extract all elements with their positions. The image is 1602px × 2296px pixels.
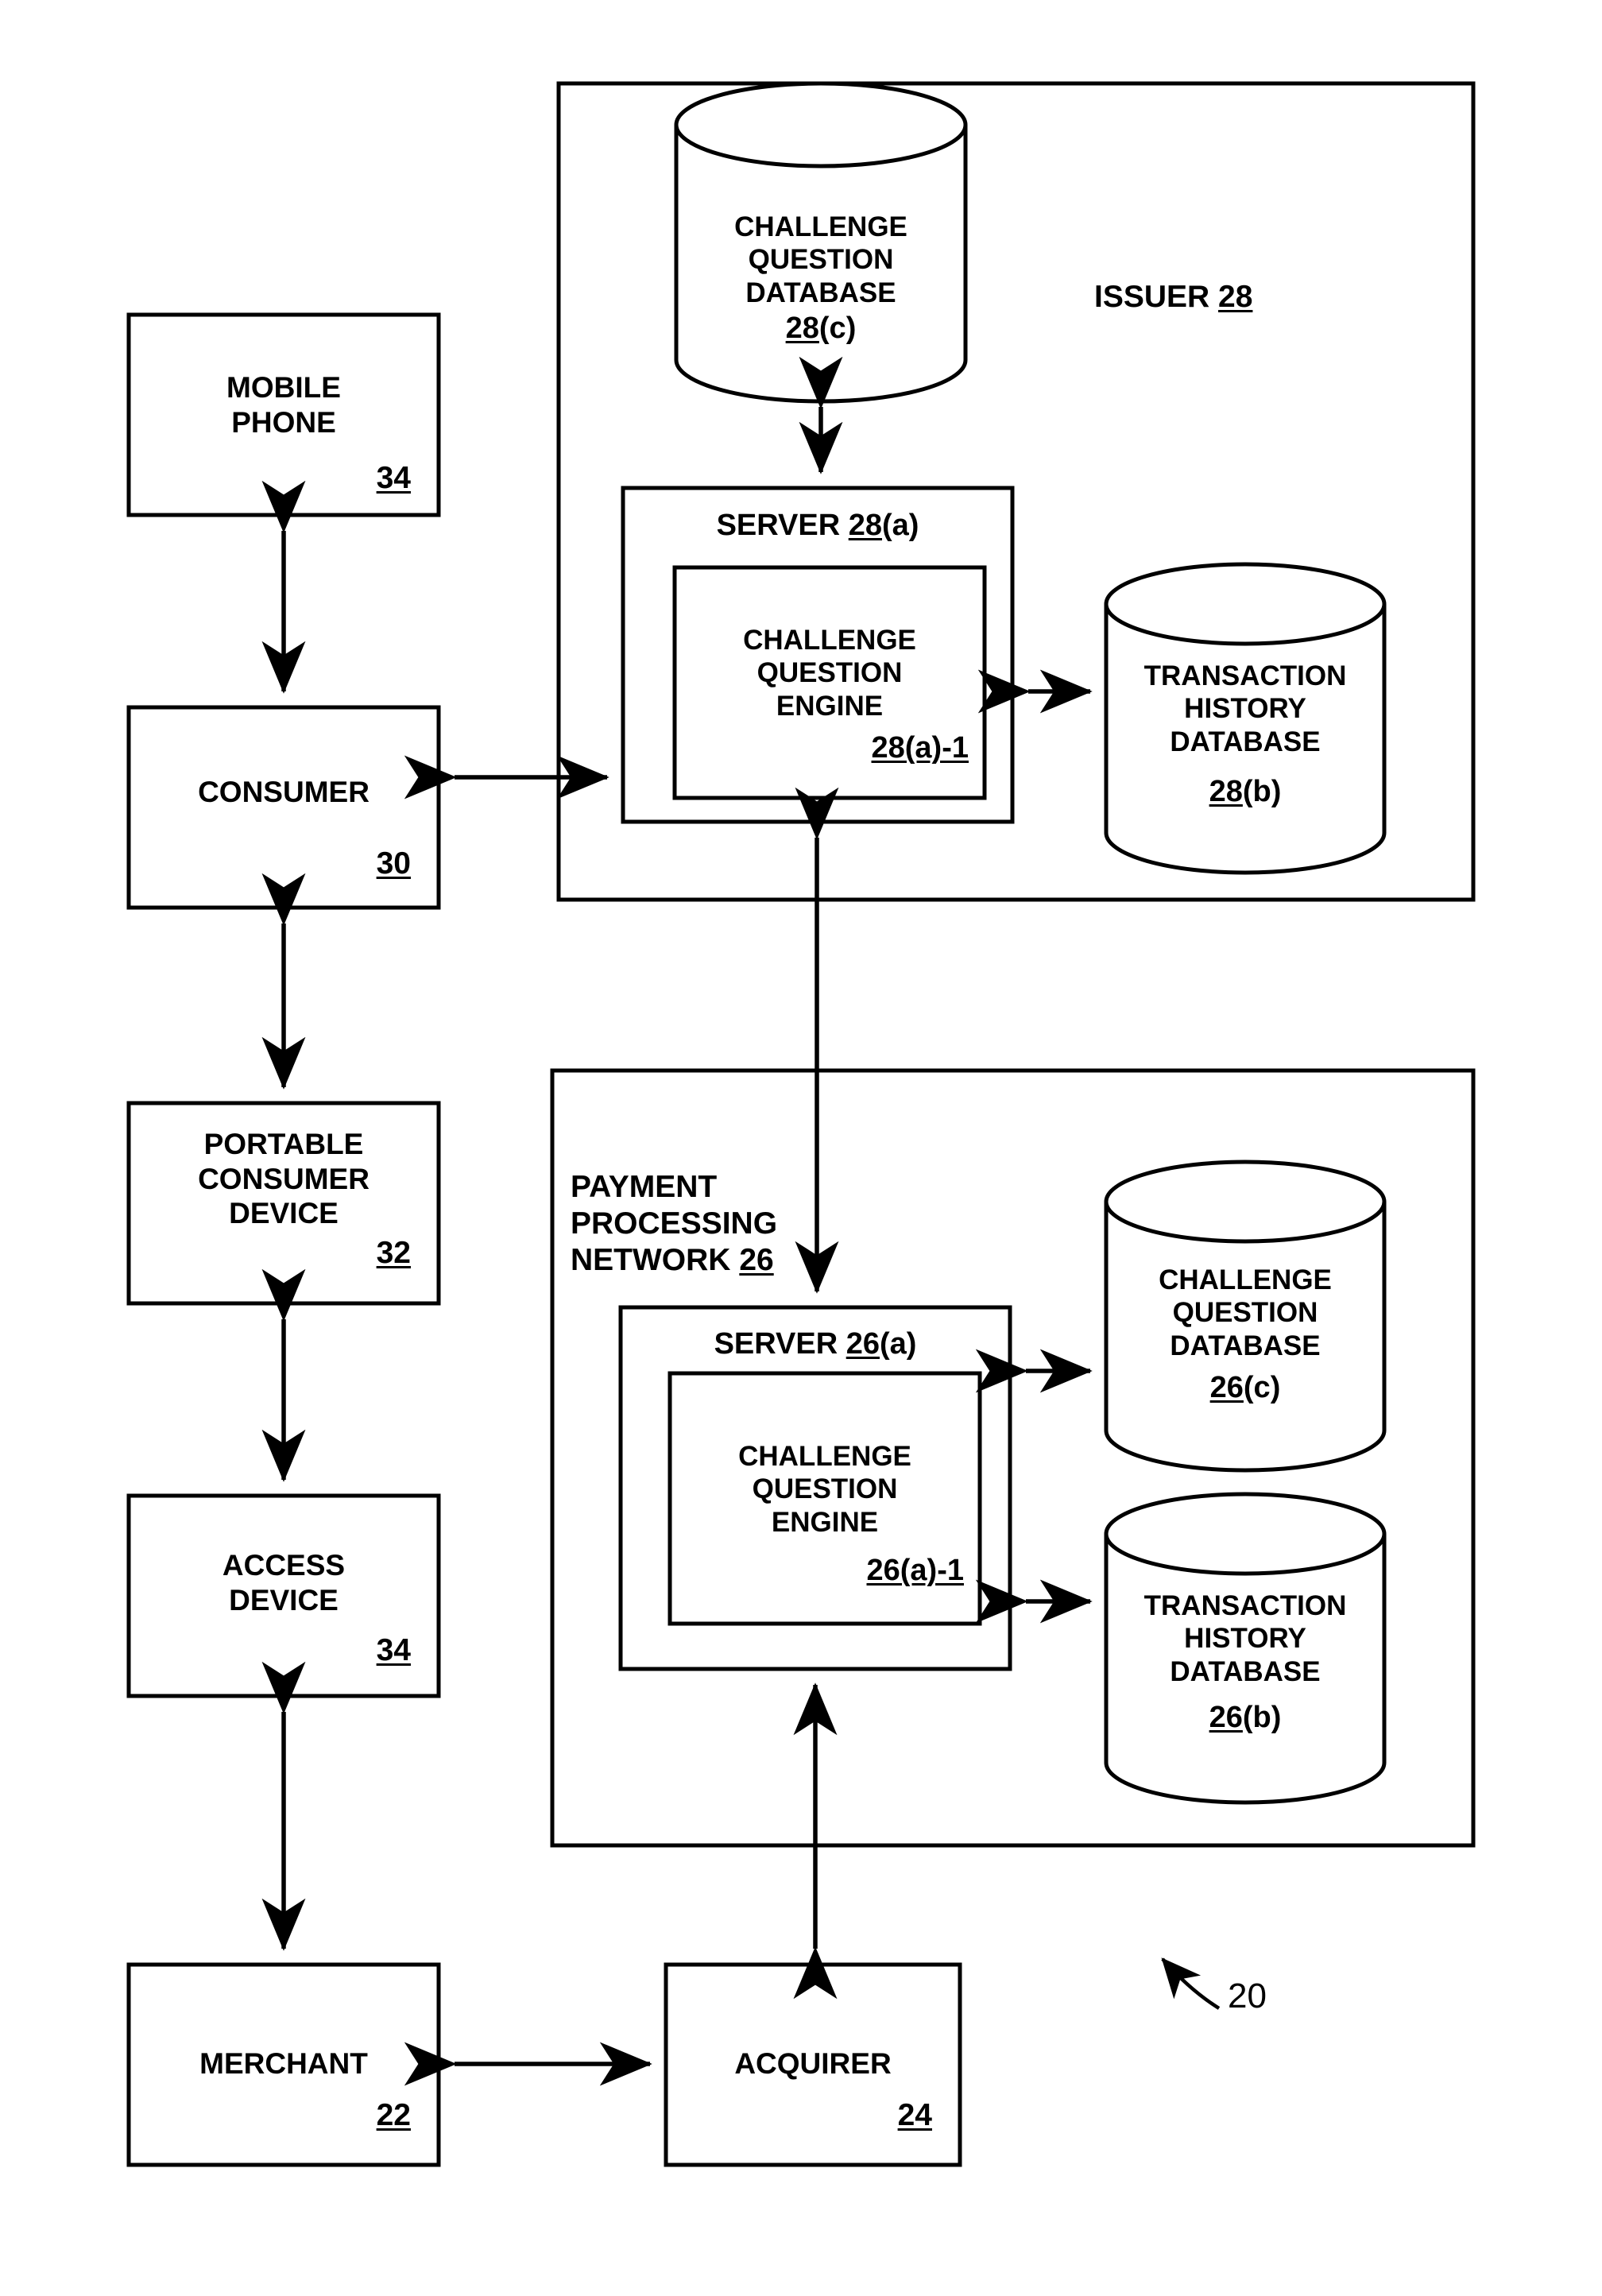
ppn-title-ref: 26: [739, 1243, 774, 1278]
ppn-challenge-question-database-ref: 26(c): [1100, 1371, 1391, 1405]
ppn-server-label: SERVER 26(a): [621, 1327, 1010, 1361]
issuer-server-num: 28: [848, 509, 882, 542]
acquirer-ref: 24: [897, 2098, 932, 2132]
consumer-label: CONSUMER: [198, 776, 370, 808]
figure-reference-numeral: 20: [1228, 1977, 1267, 2015]
ppn-server-num: 26: [846, 1327, 880, 1361]
issuer-transaction-history-database-label: TRANSACTION HISTORY DATABASE: [1143, 660, 1347, 757]
ppn-challenge-question-engine-label: CHALLENGE QUESTION ENGINE: [738, 1441, 911, 1538]
issuer-transaction-history-database-ref: 28(b): [1100, 775, 1391, 809]
cqdb26-suffix: (c): [1243, 1371, 1281, 1404]
thdb28-suffix: (b): [1242, 775, 1282, 808]
merchant-label: MERCHANT: [199, 2047, 368, 2080]
issuer-challenge-question-database-ref: 28(c): [676, 312, 965, 346]
acquirer-label: ACQUIRER: [734, 2047, 892, 2080]
issuer-title: ISSUER 28: [1094, 242, 1252, 316]
issuer-server-text: SERVER: [716, 509, 849, 542]
portable-consumer-device-ref: 32: [376, 1236, 411, 1270]
issuer-server-suffix: (a): [881, 509, 919, 542]
ppn-server-text: SERVER: [714, 1327, 846, 1361]
access-device-label: ACCESS DEVICE: [222, 1549, 346, 1616]
mobile-phone-ref: 34: [376, 461, 411, 495]
figure-leader-line: [1161, 1957, 1221, 2010]
ppn-challenge-question-database-label: CHALLENGE QUESTION DATABASE: [1159, 1264, 1332, 1361]
access-device-ref: 34: [376, 1633, 411, 1667]
issuer-challenge-question-database-label: CHALLENGE QUESTION DATABASE: [734, 211, 907, 308]
ppn-transaction-history-database-ref: 26(b): [1100, 1701, 1391, 1735]
thdb28-num: 28: [1209, 775, 1243, 808]
issuer-server-label: SERVER 28(a): [623, 509, 1012, 543]
issuer-title-text: ISSUER: [1094, 280, 1219, 315]
issuer-challenge-question-engine-label: CHALLENGE QUESTION ENGINE: [743, 625, 916, 722]
payment-processing-network-title: PAYMENT PROCESSING NETWORK 26: [571, 1133, 777, 1279]
thdb26-suffix: (b): [1242, 1701, 1282, 1734]
issuer-challenge-question-engine-ref: 28(a)-1: [871, 731, 969, 765]
thdb26-num: 26: [1209, 1701, 1243, 1734]
cqdb26-num: 26: [1209, 1371, 1244, 1404]
cqdb28-num: 28: [785, 312, 819, 345]
merchant-ref: 22: [376, 2098, 411, 2132]
mobile-phone-label: MOBILE PHONE: [226, 371, 341, 439]
portable-consumer-device-label: PORTABLE CONSUMER DEVICE: [198, 1128, 370, 1230]
ppn-server-suffix: (a): [879, 1327, 917, 1361]
patent-figure-canvas: MOBILE PHONE 34 CONSUMER 30 PORTABLE CON…: [0, 0, 1602, 2296]
issuer-title-ref: 28: [1218, 280, 1253, 315]
ppn-challenge-question-engine-ref: 26(a)-1: [866, 1554, 965, 1587]
ppn-transaction-history-database-label: TRANSACTION HISTORY DATABASE: [1143, 1590, 1347, 1687]
consumer-ref: 30: [376, 846, 411, 881]
cqdb28-suffix: (c): [818, 312, 857, 345]
